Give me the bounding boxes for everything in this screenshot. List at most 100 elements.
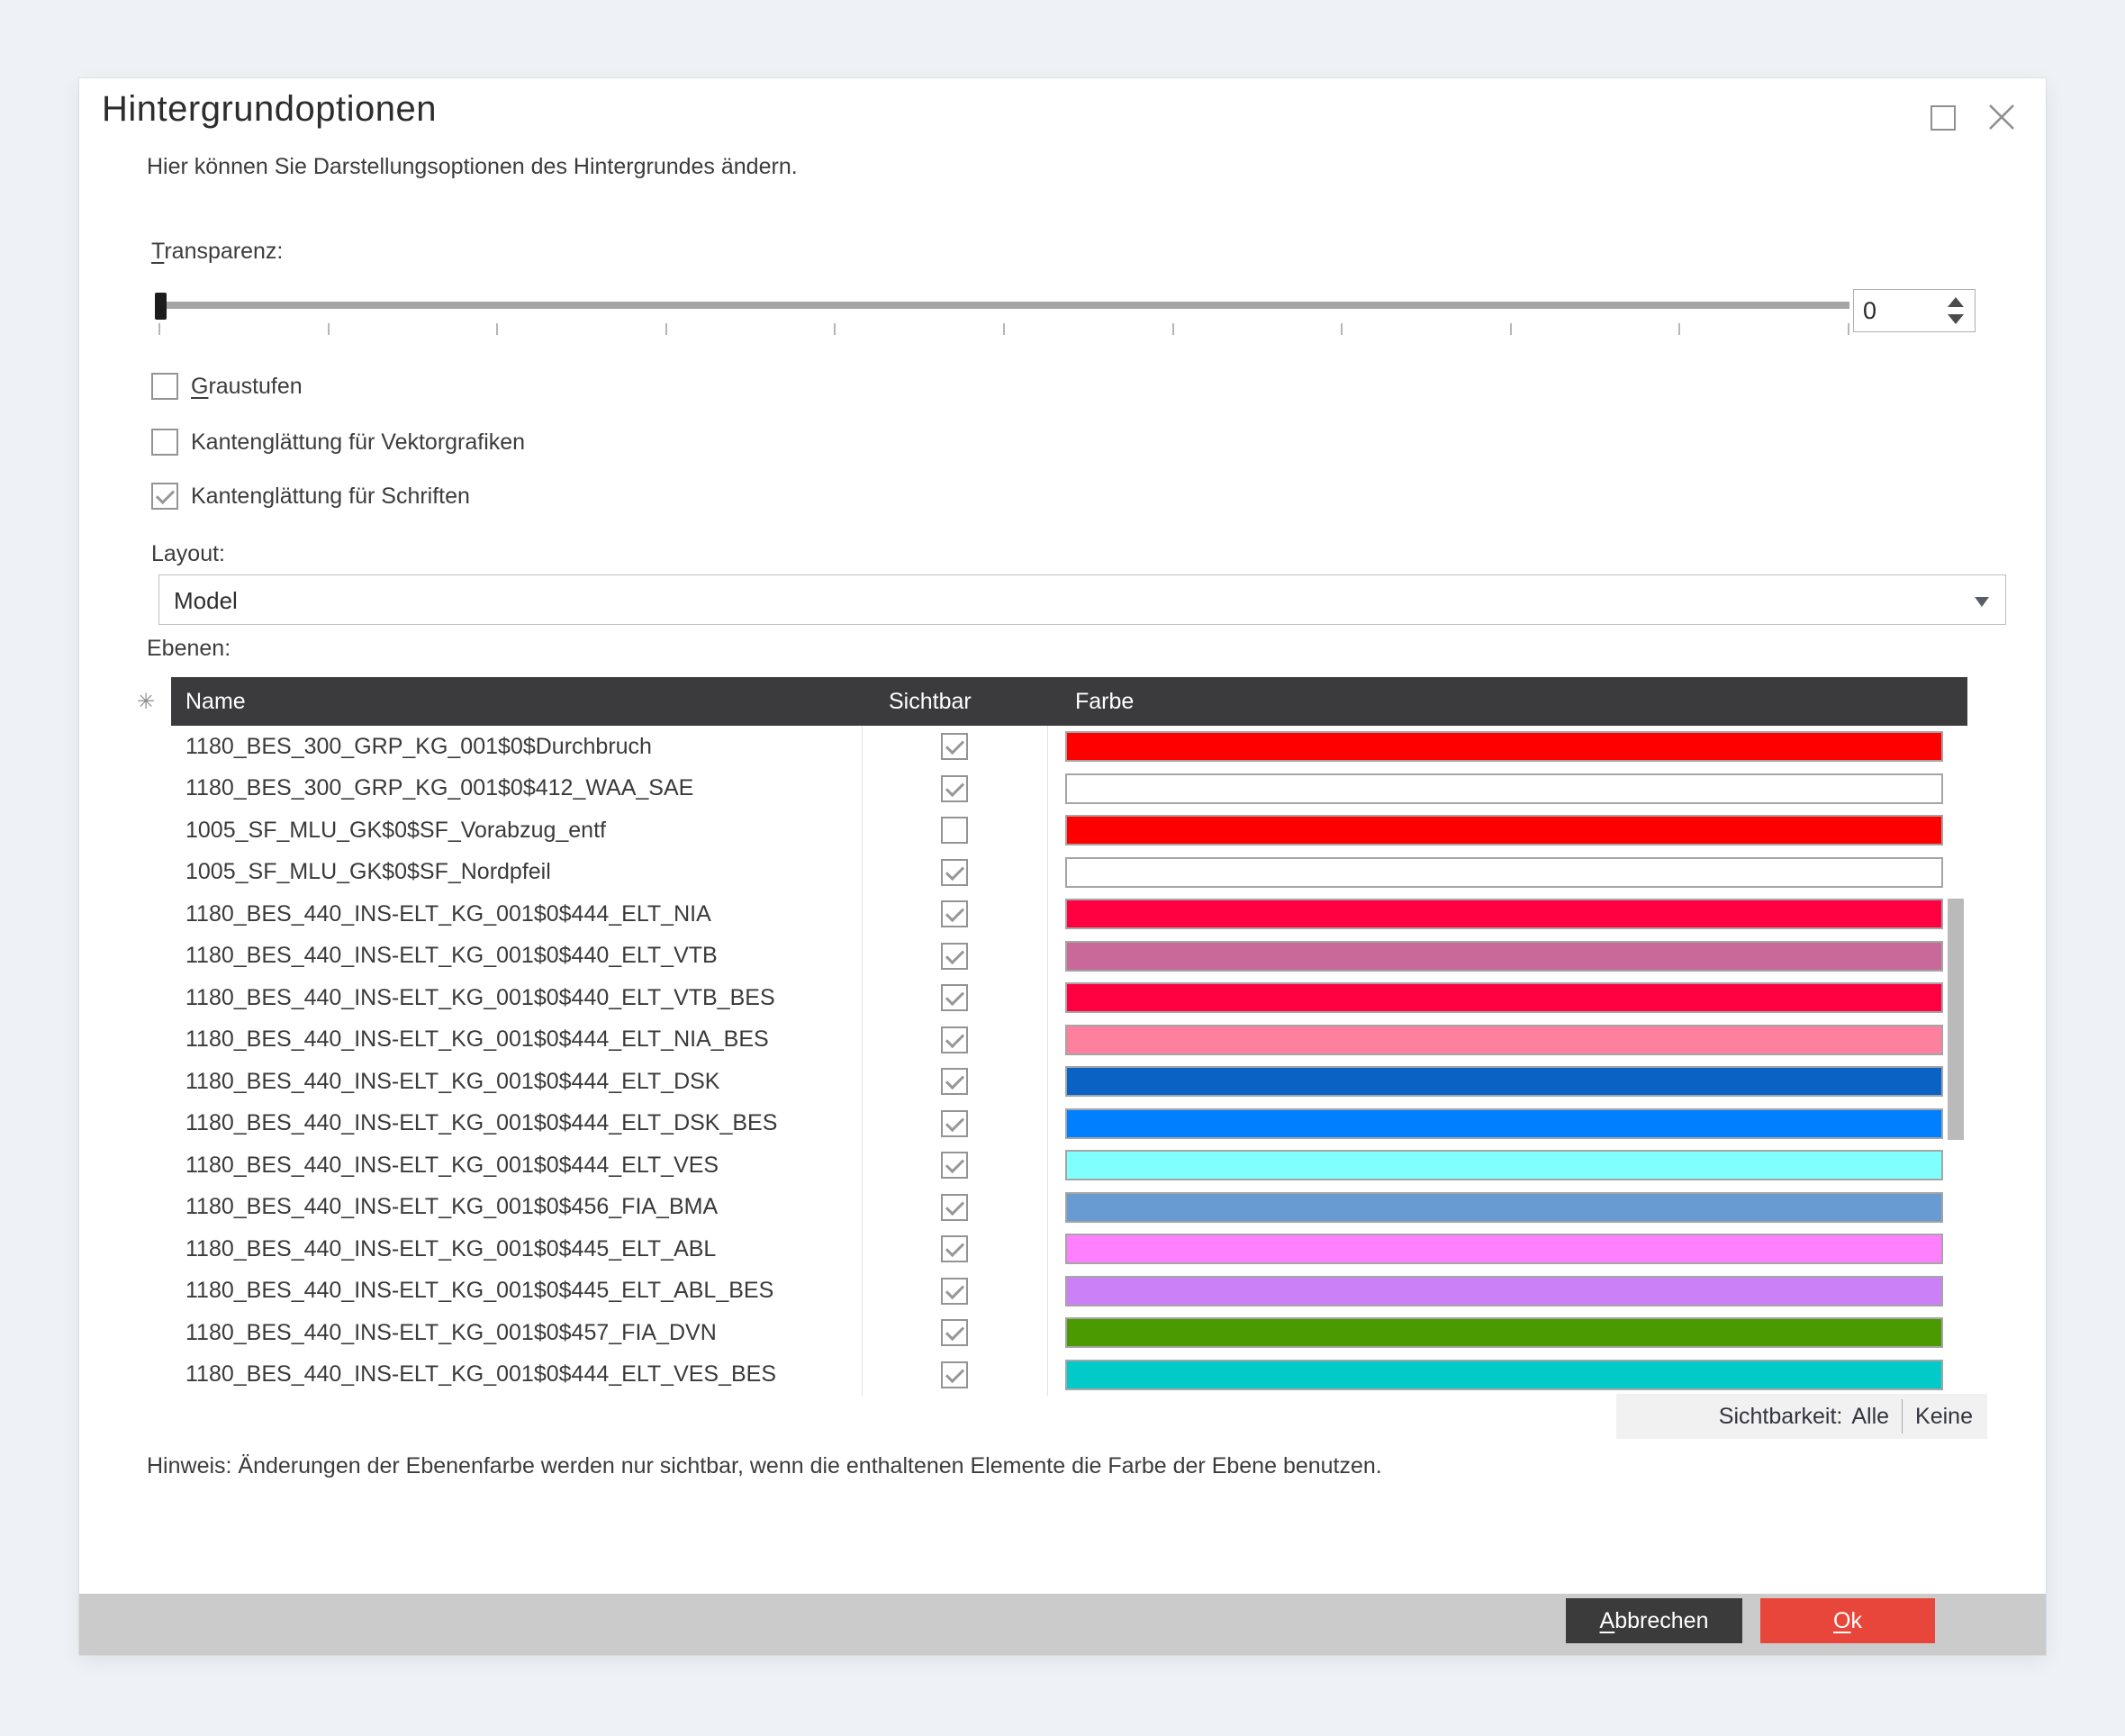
layer-name: 1180_BES_440_INS-ELT_KG_001$0$444_ELT_VE… bbox=[171, 1153, 862, 1179]
layer-name: 1180_BES_440_INS-ELT_KG_001$0$445_ELT_AB… bbox=[171, 1278, 862, 1304]
visibility-none-link[interactable]: Keine bbox=[1915, 1404, 1973, 1430]
table-row: 1180_BES_440_INS-ELT_KG_001$0$444_ELT_DS… bbox=[171, 1103, 1967, 1145]
layer-visible-checkbox[interactable] bbox=[941, 1319, 968, 1346]
layer-visible-cell bbox=[862, 943, 1047, 970]
cancel-button[interactable]: Abbrechen bbox=[1566, 1598, 1742, 1643]
table-row: 1180_BES_440_INS-ELT_KG_001$0$444_ELT_NI… bbox=[171, 893, 1967, 936]
transparency-slider-thumb[interactable] bbox=[155, 293, 167, 320]
layer-visible-checkbox[interactable] bbox=[941, 1152, 968, 1179]
close-button[interactable] bbox=[1985, 100, 2019, 134]
spinner-up-icon[interactable] bbox=[1948, 297, 1964, 307]
transparency-spinner[interactable]: 0 bbox=[1853, 289, 1976, 332]
antialias-text-checkbox[interactable] bbox=[151, 483, 178, 510]
layer-color-cell bbox=[1047, 899, 1967, 929]
layer-visible-checkbox[interactable] bbox=[941, 817, 968, 844]
table-row: 1180_BES_440_INS-ELT_KG_001$0$444_ELT_VE… bbox=[171, 1354, 1967, 1397]
layer-color-cell bbox=[1047, 1150, 1967, 1180]
maximize-button[interactable] bbox=[1931, 105, 1956, 131]
table-row: 1180_BES_440_INS-ELT_KG_001$0$444_ELT_VE… bbox=[171, 1144, 1967, 1187]
layer-color-swatch[interactable] bbox=[1065, 1192, 1943, 1223]
transparency-label: Transparenz: bbox=[151, 239, 283, 265]
layer-visible-checkbox[interactable] bbox=[941, 775, 968, 802]
layer-color-swatch[interactable] bbox=[1065, 1025, 1943, 1055]
slider-tick bbox=[1848, 323, 1849, 335]
slider-tick bbox=[1003, 323, 1005, 335]
grayscale-checkbox[interactable] bbox=[151, 373, 178, 400]
background-options-dialog: Hintergrundoptionen Hier können Sie Dars… bbox=[79, 78, 2046, 1655]
layer-visible-checkbox[interactable] bbox=[941, 943, 968, 970]
antialias-text-label[interactable]: Kantenglättung für Schriften bbox=[191, 484, 470, 510]
layer-name: 1180_BES_440_INS-ELT_KG_001$0$444_ELT_DS… bbox=[171, 1110, 862, 1136]
transparency-value[interactable]: 0 bbox=[1863, 297, 1876, 325]
layer-color-swatch[interactable] bbox=[1065, 982, 1943, 1013]
slider-tick bbox=[1510, 323, 1512, 335]
column-header-name: Name bbox=[171, 689, 862, 715]
layer-name: 1180_BES_440_INS-ELT_KG_001$0$457_FIA_DV… bbox=[171, 1320, 862, 1346]
layer-color-swatch[interactable] bbox=[1065, 731, 1943, 762]
layer-name: 1180_BES_440_INS-ELT_KG_001$0$444_ELT_NI… bbox=[171, 1026, 862, 1053]
layer-color-swatch[interactable] bbox=[1065, 857, 1943, 888]
layer-color-swatch[interactable] bbox=[1065, 1276, 1943, 1307]
layer-name: 1005_SF_MLU_GK$0$SF_Nordpfeil bbox=[171, 859, 862, 885]
slider-tick bbox=[328, 323, 330, 335]
chevron-down-icon bbox=[1975, 597, 1989, 607]
layer-visible-cell bbox=[862, 1026, 1047, 1053]
layer-name: 1180_BES_300_GRP_KG_001$0$Durchbruch bbox=[171, 734, 862, 760]
layer-visible-checkbox[interactable] bbox=[941, 1026, 968, 1053]
grayscale-label[interactable]: Graustufen bbox=[191, 374, 303, 400]
layer-visible-checkbox[interactable] bbox=[941, 1278, 968, 1305]
dialog-subtitle: Hier können Sie Darstellungsoptionen des… bbox=[147, 154, 798, 180]
table-row: 1180_BES_440_INS-ELT_KG_001$0$457_FIA_DV… bbox=[171, 1312, 1967, 1354]
slider-tick bbox=[1678, 323, 1680, 335]
slider-tick bbox=[1172, 323, 1174, 335]
layer-visible-checkbox[interactable] bbox=[941, 1194, 968, 1221]
slider-tick bbox=[158, 323, 160, 335]
layer-visible-cell bbox=[862, 984, 1047, 1011]
antialias-vector-checkbox[interactable] bbox=[151, 429, 178, 456]
layer-visible-checkbox[interactable] bbox=[941, 1235, 968, 1262]
layer-name: 1180_BES_440_INS-ELT_KG_001$0$445_ELT_AB… bbox=[171, 1236, 862, 1262]
layer-color-swatch[interactable] bbox=[1065, 1317, 1943, 1348]
layer-name: 1180_BES_440_INS-ELT_KG_001$0$440_ELT_VT… bbox=[171, 943, 862, 969]
slider-tick bbox=[1341, 323, 1343, 335]
antialias-vector-label[interactable]: Kantenglättung für Vektorgrafiken bbox=[191, 429, 525, 456]
ok-button[interactable]: Ok bbox=[1760, 1598, 1935, 1643]
table-row: 1180_BES_300_GRP_KG_001$0$Durchbruch bbox=[171, 726, 1967, 768]
layout-dropdown[interactable]: Model bbox=[158, 574, 2006, 625]
page-background: Hintergrundoptionen Hier können Sie Dars… bbox=[0, 0, 2125, 1736]
layer-visible-checkbox[interactable] bbox=[941, 1068, 968, 1095]
table-scrollbar-thumb[interactable] bbox=[1948, 899, 1964, 1140]
layer-color-swatch[interactable] bbox=[1065, 899, 1943, 929]
layout-label: Layout: bbox=[151, 541, 225, 567]
layer-visible-cell bbox=[862, 1068, 1047, 1095]
layer-color-swatch[interactable] bbox=[1065, 941, 1943, 972]
layer-color-swatch[interactable] bbox=[1065, 773, 1943, 804]
asterisk-icon bbox=[137, 689, 155, 715]
table-row: 1180_BES_440_INS-ELT_KG_001$0$440_ELT_VT… bbox=[171, 977, 1967, 1019]
table-row: 1180_BES_440_INS-ELT_KG_001$0$456_FIA_BM… bbox=[171, 1187, 1967, 1229]
layer-color-cell bbox=[1047, 1276, 1967, 1307]
layer-visible-checkbox[interactable] bbox=[941, 1110, 968, 1137]
layer-color-swatch[interactable] bbox=[1065, 815, 1943, 845]
layer-color-swatch[interactable] bbox=[1065, 1108, 1943, 1139]
layers-table-header: Name Sichtbar Farbe bbox=[171, 677, 1967, 726]
column-divider bbox=[1047, 726, 1048, 1396]
layer-name: 1180_BES_440_INS-ELT_KG_001$0$456_FIA_BM… bbox=[171, 1194, 862, 1220]
layer-color-swatch[interactable] bbox=[1065, 1360, 1943, 1390]
layer-visible-checkbox[interactable] bbox=[941, 859, 968, 886]
table-row: 1005_SF_MLU_GK$0$SF_Nordpfeil bbox=[171, 852, 1967, 894]
layer-visible-checkbox[interactable] bbox=[941, 984, 968, 1011]
footer-bar: Abbrechen Ok bbox=[79, 1594, 2046, 1655]
layer-visible-checkbox[interactable] bbox=[941, 1361, 968, 1388]
slider-tick bbox=[496, 323, 498, 335]
layer-color-swatch[interactable] bbox=[1065, 1066, 1943, 1097]
spinner-down-icon[interactable] bbox=[1948, 314, 1964, 324]
layer-visible-checkbox[interactable] bbox=[941, 733, 968, 760]
column-header-visible: Sichtbar bbox=[862, 689, 1047, 715]
visibility-all-link[interactable]: Alle bbox=[1851, 1404, 1889, 1430]
layer-visible-checkbox[interactable] bbox=[941, 900, 968, 927]
layer-color-swatch[interactable] bbox=[1065, 1150, 1943, 1180]
transparency-slider[interactable] bbox=[158, 302, 1849, 309]
layer-visible-cell bbox=[862, 1235, 1047, 1262]
layer-color-swatch[interactable] bbox=[1065, 1234, 1943, 1264]
